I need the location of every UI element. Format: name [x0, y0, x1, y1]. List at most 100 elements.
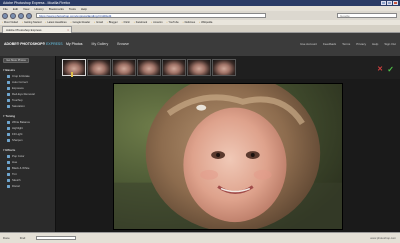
- bookmark-item[interactable]: Facebook: [134, 21, 147, 24]
- tool-red-eye[interactable]: Red-Eye Removal: [7, 92, 35, 96]
- variation-thumbnail[interactable]: [137, 59, 161, 76]
- auto-correct-icon: [7, 80, 10, 84]
- tool-label: Fill Light: [12, 132, 23, 136]
- link-feedback[interactable]: Feedback: [323, 42, 336, 46]
- account-links: Use Account Feedback Terms Privacy Help …: [300, 42, 396, 46]
- tool-distort[interactable]: Distort: [7, 184, 20, 188]
- forward-arrow-icon[interactable]: [10, 12, 16, 19]
- thumbnail-image: [138, 60, 160, 75]
- nav-my-photos[interactable]: My Photos: [66, 42, 83, 46]
- menu-tools[interactable]: Tools: [69, 7, 76, 11]
- tool-label: Sketch: [12, 178, 21, 182]
- tool-label: White Balance: [12, 120, 31, 124]
- nav-browse[interactable]: Browse: [117, 42, 129, 46]
- pop-color-icon: [7, 154, 10, 158]
- bookmark-item[interactable]: Wikipedia: [199, 21, 212, 24]
- back-arrow-icon[interactable]: [2, 12, 8, 19]
- tool-label: Pop Color: [12, 154, 25, 158]
- variation-thumbnail[interactable]: [112, 59, 136, 76]
- bookmark-item[interactable]: Getting Started: [22, 21, 41, 24]
- find-label: Find:: [19, 236, 26, 240]
- search-input[interactable]: Google: [337, 13, 397, 18]
- tool-label: Auto Correct: [12, 80, 28, 84]
- thumbnail-image: [163, 60, 185, 75]
- tab-strip: Adobe Photoshop Express ×: [0, 25, 400, 33]
- status-bar: Done Find: www.photoshop.com: [0, 232, 400, 243]
- bookmark-item[interactable]: Flickr: [122, 21, 130, 24]
- tool-white-balance[interactable]: White Balance: [7, 120, 30, 124]
- variation-thumbnail[interactable]: [212, 59, 236, 76]
- tool-fill-light[interactable]: Fill Light: [7, 132, 22, 136]
- tool-crop-rotate[interactable]: Crop & Rotate: [7, 74, 30, 78]
- thumbnail-image: [88, 60, 110, 75]
- tool-label: Sharpen: [12, 138, 23, 142]
- tool-sketch[interactable]: Sketch: [7, 178, 21, 182]
- distort-icon: [7, 184, 10, 188]
- bookmark-item[interactable]: Gmail: [94, 21, 103, 24]
- bookmark-item[interactable]: Google Reader: [71, 21, 91, 24]
- maximize-button[interactable]: [387, 1, 392, 5]
- link-privacy[interactable]: Privacy: [356, 42, 366, 46]
- bookmark-item[interactable]: Latest Headlines: [45, 21, 66, 24]
- fill-light-icon: [7, 132, 10, 136]
- bookmark-item[interactable]: Amazon: [151, 21, 163, 24]
- tool-label: Red-Eye Removal: [12, 92, 35, 96]
- bookmark-item[interactable]: YouTube: [167, 21, 179, 24]
- window-controls: [381, 1, 400, 5]
- sketch-icon: [7, 178, 10, 182]
- logo-sub: EXPRESS: [46, 42, 63, 46]
- white-balance-icon: [7, 120, 10, 124]
- tool-auto-correct[interactable]: Auto Correct: [7, 80, 28, 84]
- variation-thumbnail[interactable]: [162, 59, 186, 76]
- tint-icon: [7, 172, 10, 176]
- app-header: ADOBE® PHOTOSHOP® EXPRESS My Photos My G…: [0, 33, 400, 56]
- group-tuning-title[interactable]: Tuning: [3, 114, 15, 118]
- reload-icon[interactable]: [18, 12, 24, 19]
- menu-bookmarks[interactable]: Bookmarks: [49, 7, 64, 11]
- tool-touchup[interactable]: Touchup: [7, 98, 23, 102]
- link-terms[interactable]: Terms: [342, 42, 350, 46]
- variation-thumbnail[interactable]: [187, 59, 211, 76]
- minimize-button[interactable]: [381, 1, 386, 5]
- edited-photo[interactable]: [113, 83, 343, 230]
- checkmark-icon[interactable]: ✓: [387, 65, 394, 74]
- tool-label: Saturation: [12, 104, 25, 108]
- menu-help[interactable]: Help: [81, 7, 87, 11]
- menu-edit[interactable]: Edit: [13, 7, 18, 11]
- bookmark-item[interactable]: Blogger: [107, 21, 118, 24]
- tab-photoshop-express[interactable]: Adobe Photoshop Express ×: [2, 26, 72, 33]
- find-input[interactable]: [35, 236, 76, 240]
- group-effects-title[interactable]: Effects: [3, 148, 15, 152]
- nav-my-gallery[interactable]: My Gallery: [92, 42, 109, 46]
- status-text: Done: [3, 236, 10, 240]
- group-basics-title[interactable]: Basics: [3, 68, 15, 72]
- menu-history[interactable]: History: [34, 7, 43, 11]
- variation-thumbnail[interactable]: [62, 59, 86, 76]
- address-bar[interactable]: https://www.photoshop.com/express/landin…: [36, 13, 266, 18]
- tool-pop-color[interactable]: Pop Color: [7, 154, 24, 158]
- tool-label: Black & White: [12, 166, 30, 170]
- tool-highlight[interactable]: Highlight: [7, 126, 23, 130]
- bookmark-item[interactable]: Delicious: [183, 21, 196, 24]
- variation-thumbnail[interactable]: [87, 59, 111, 76]
- menu-view[interactable]: View: [23, 7, 29, 11]
- get-more-photos-button[interactable]: Get More Photos: [3, 58, 29, 63]
- home-icon[interactable]: [26, 12, 32, 19]
- link-help[interactable]: Help: [372, 42, 378, 46]
- bookmark-item[interactable]: Most Visited: [2, 21, 18, 24]
- close-window-button[interactable]: [393, 1, 398, 5]
- photo-image: [114, 84, 342, 229]
- link-use-account[interactable]: Use Account: [300, 42, 317, 46]
- tool-label: Hue: [12, 160, 18, 164]
- photo-canvas: [56, 79, 400, 232]
- tool-hue[interactable]: Hue: [7, 160, 17, 164]
- tool-saturation[interactable]: Saturation: [7, 104, 25, 108]
- tool-sharpen[interactable]: Sharpen: [7, 138, 23, 142]
- tool-exposure[interactable]: Exposure: [7, 86, 24, 90]
- link-sign-out[interactable]: Sign Out: [384, 42, 396, 46]
- tool-black-white[interactable]: Black & White: [7, 166, 29, 170]
- menu-file[interactable]: File: [3, 7, 8, 11]
- tool-tint[interactable]: Tint: [7, 172, 17, 176]
- cancel-icon[interactable]: ✕: [377, 65, 383, 73]
- window-title: Adobe Photoshop Express - Mozilla Firefo…: [3, 1, 71, 5]
